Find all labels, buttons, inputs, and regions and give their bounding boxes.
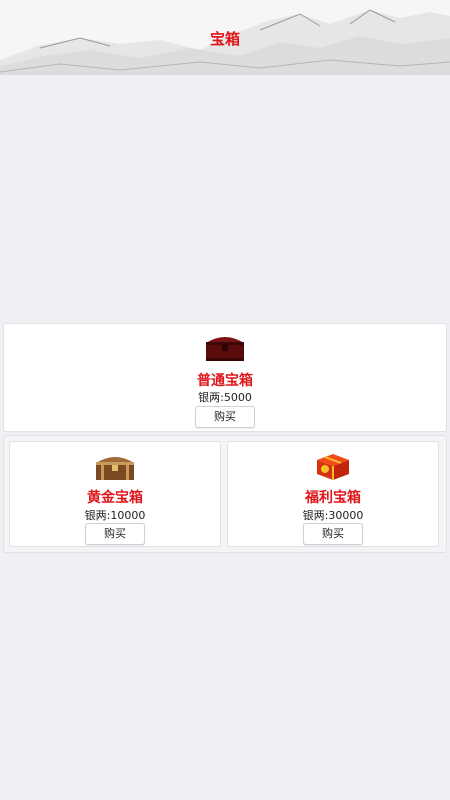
chest-price: 银两:30000	[302, 509, 364, 522]
buy-button-gold[interactable]: 购买	[85, 523, 145, 545]
chest-name: 福利宝箱	[305, 490, 361, 506]
buy-button-welfare[interactable]: 购买	[303, 523, 363, 545]
chest-row-2: 黄金宝箱 银两:10000 购买 福利宝箱 银两:30000 购买	[3, 435, 447, 553]
chest-name: 普通宝箱	[197, 373, 253, 389]
chest-price: 银两:10000	[84, 509, 146, 522]
chest-card-welfare: 福利宝箱 银两:30000 购买	[227, 441, 439, 547]
gift-box-icon	[317, 454, 349, 480]
chest-card-gold: 黄金宝箱 银两:10000 购买	[9, 441, 221, 547]
chest-price: 银两:5000	[198, 391, 252, 404]
header-banner: 宝箱	[0, 0, 450, 75]
buy-button-normal[interactable]: 购买	[195, 406, 255, 428]
golden-chest-icon	[96, 457, 134, 480]
chest-card-normal: 普通宝箱 银两:5000 购买	[3, 323, 447, 432]
page-title: 宝箱	[209, 30, 240, 48]
red-chest-icon	[206, 337, 244, 361]
chest-name: 黄金宝箱	[87, 490, 143, 506]
